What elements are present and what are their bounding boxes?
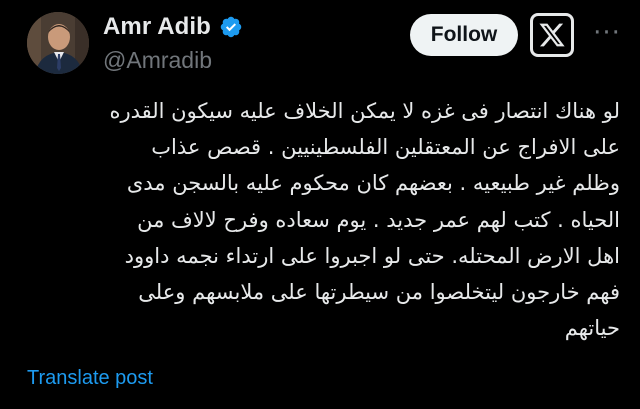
avatar[interactable] [27,12,89,74]
x-logo-icon[interactable] [530,13,574,57]
translate-post-link[interactable]: Translate post [27,367,153,390]
verified-badge-icon [219,15,243,39]
post-text: لو هناك انتصار فى غزه لا يمكن الخلاف علي… [109,99,620,341]
follow-button[interactable]: Follow [410,14,518,56]
author-name-row: Amr Adib [103,13,243,41]
post-card: Amr Adib @Amradib Follow ··· لو هناك انت… [0,0,640,409]
author-display-name[interactable]: Amr Adib [103,13,211,41]
author-handle[interactable]: @Amradib [103,47,212,74]
more-options-icon[interactable]: ··· [590,18,624,48]
